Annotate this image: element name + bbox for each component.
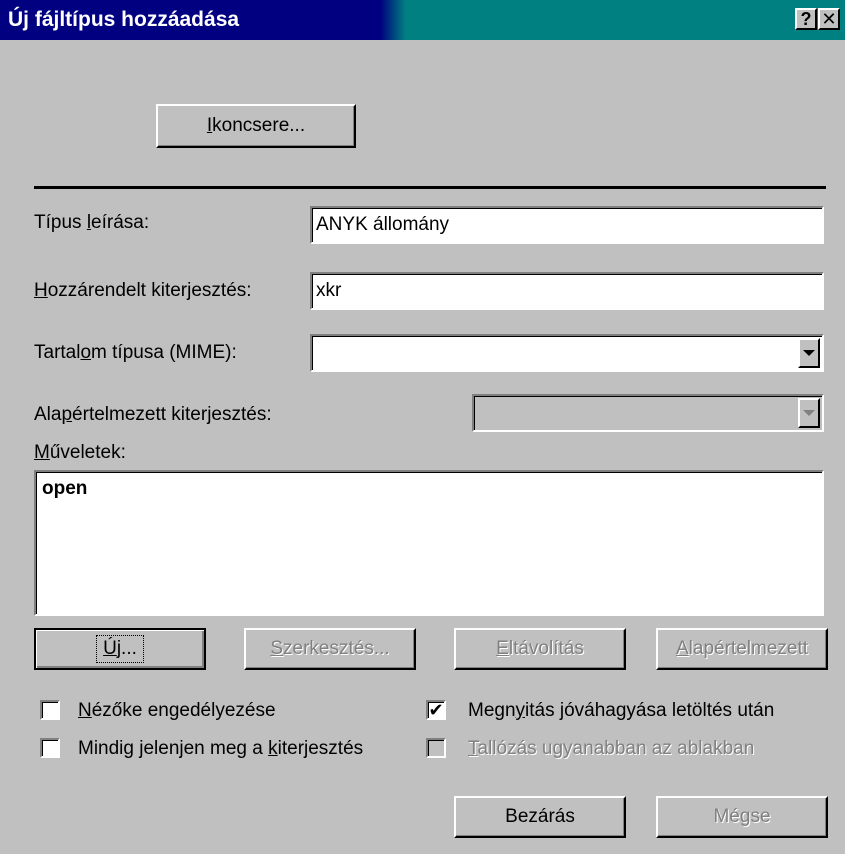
default-ext-label: Alapértelmezett kiterjesztés:	[34, 404, 272, 425]
close-button-label: Bezárás	[505, 806, 575, 827]
close-icon[interactable]: ✕	[818, 8, 840, 30]
chevron-down-icon	[798, 398, 820, 428]
description-field[interactable]: ANYK állomány	[310, 206, 824, 244]
confirm-open-label[interactable]: Megnyitás jóváhagyása letöltés után	[468, 700, 774, 722]
enable-viewer-label[interactable]: Nézőke engedélyezése	[78, 700, 276, 722]
browse-same-window-checkbox	[426, 738, 446, 758]
new-button[interactable]: Új...	[34, 628, 206, 670]
list-item[interactable]: open	[36, 472, 822, 500]
close-button[interactable]: Bezárás	[454, 796, 626, 838]
actions-label: Műveletek:	[34, 442, 126, 463]
new-button-label: Új...	[96, 635, 144, 663]
edit-button: Szerkesztés...	[244, 628, 416, 670]
set-default-button-label: Alapértelmezett	[675, 638, 809, 659]
enable-viewer-checkbox[interactable]	[40, 700, 60, 720]
mime-label: Tartalom típusa (MIME):	[34, 342, 237, 363]
confirm-open-checkbox[interactable]: ✔	[426, 700, 446, 720]
extension-label: Hozzárendelt kiterjesztés:	[34, 280, 252, 301]
extension-field[interactable]: xkr	[310, 272, 824, 310]
mime-dropdown[interactable]	[310, 334, 824, 372]
set-default-button: Alapértelmezett	[656, 628, 828, 670]
always-show-ext-label[interactable]: Mindig jelenjen meg a kiterjesztés	[78, 738, 363, 760]
remove-button-label: Eltávolítás	[496, 638, 584, 659]
always-show-ext-checkbox[interactable]	[40, 738, 60, 758]
checkmark-icon: ✔	[428, 700, 444, 720]
remove-button: Eltávolítás	[454, 628, 626, 670]
default-ext-dropdown	[472, 394, 824, 432]
chevron-down-icon[interactable]	[798, 338, 820, 368]
cancel-button: Mégse	[656, 796, 828, 838]
separator	[34, 186, 826, 189]
help-button[interactable]: ?	[795, 8, 817, 30]
change-icon-button-label: Ikoncsere...	[206, 115, 306, 136]
browse-same-window-label: Tallózás ugyanabban az ablakban	[468, 738, 755, 759]
actions-list[interactable]: open	[34, 470, 824, 616]
cancel-button-label: Mégse	[713, 806, 771, 827]
edit-button-label: Szerkesztés...	[270, 638, 390, 659]
dialog-title: Új fájltípus hozzáadása	[8, 8, 240, 31]
change-icon-button[interactable]: Ikoncsere...	[156, 104, 356, 148]
description-label: Típus leírása:	[34, 212, 150, 233]
